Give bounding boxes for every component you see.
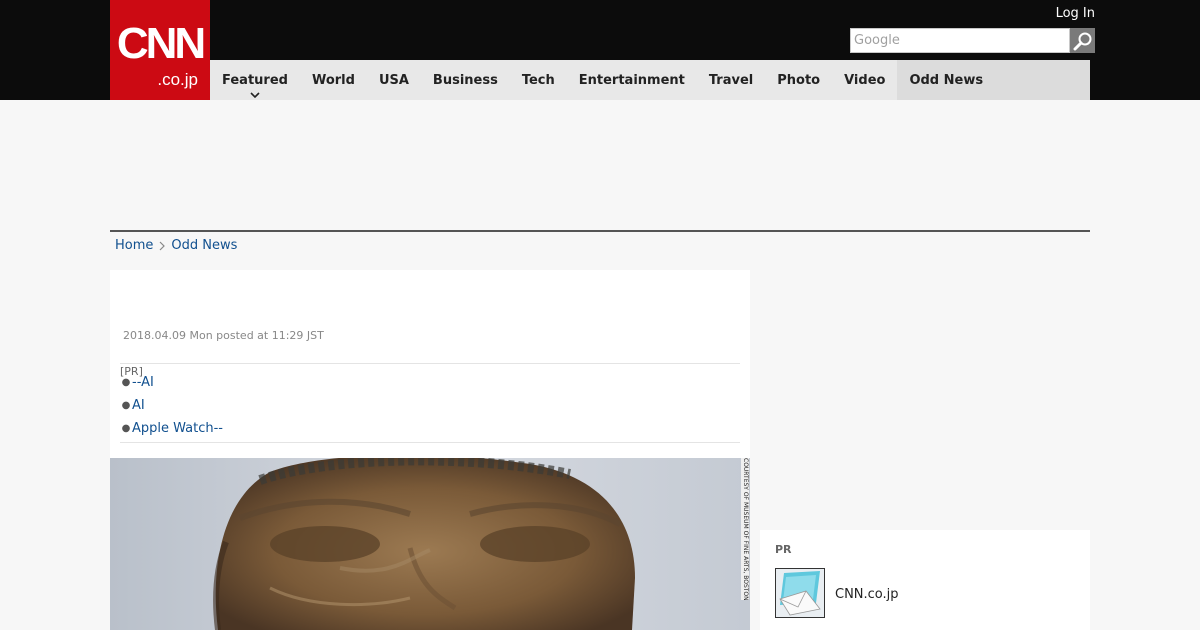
nav-item-label: World <box>311 72 355 88</box>
mail-icon <box>776 569 824 617</box>
logo-sub-text: .co.jp <box>157 70 198 89</box>
nav-item-label: Entertainment <box>578 72 685 88</box>
nav-item-label: USA <box>378 72 409 88</box>
bullet-icon: ● <box>121 377 131 388</box>
nav-item-odd-news[interactable]: Odd News <box>897 60 996 100</box>
pr-link-item: ● Apple Watch-- <box>120 421 223 436</box>
breadcrumb: Home Odd News <box>115 238 237 253</box>
nav-item-business[interactable]: Business <box>421 60 510 100</box>
logo-main-text: CNN <box>116 19 206 68</box>
nav-item-photo[interactable]: Photo <box>765 60 832 100</box>
chevron-down-icon <box>250 92 260 98</box>
posted-timestamp: 2018.04.09 Mon posted at 11:29 JST <box>123 329 324 342</box>
nav-item-label: Video <box>844 72 886 88</box>
sidebar-pr-item-name[interactable]: CNN.co.jp <box>835 587 899 602</box>
sidebar-pr-thumbnail[interactable] <box>775 568 825 618</box>
nav-item-featured[interactable]: Featured <box>210 60 300 100</box>
article-photo: COURTESY OF MUSEUM OF FINE ARTS, BOSTON <box>110 458 750 630</box>
nav-item-video[interactable]: Video <box>832 60 897 100</box>
search-button[interactable] <box>1070 28 1095 53</box>
article-card: 2018.04.09 Mon posted at 11:29 JST [PR] … <box>110 270 750 630</box>
nav-item-label: Business <box>432 72 498 88</box>
pr-link[interactable]: Apple Watch-- <box>132 421 223 436</box>
photo-credit: COURTESY OF MUSEUM OF FINE ARTS, BOSTON <box>741 458 749 600</box>
nav-item-usa[interactable]: USA <box>367 60 421 100</box>
nav-item-label: Travel <box>708 72 754 88</box>
nav-item-tech[interactable]: Tech <box>510 60 567 100</box>
bullet-icon: ● <box>121 400 131 411</box>
pr-links-box: [PR] ● --AI ● AI ● Apple Watch-- <box>120 363 740 443</box>
sidebar-pr-label: PR <box>775 543 792 556</box>
mummy-head-image <box>110 458 750 630</box>
nav-item-label: Photo <box>777 72 821 88</box>
main-nav: Featured World USA Business Tech Enterta… <box>210 60 1090 100</box>
breadcrumb-home-link[interactable]: Home <box>115 238 153 253</box>
nav-item-label: Featured <box>222 72 288 88</box>
search-input[interactable] <box>850 28 1070 53</box>
nav-item-label: Tech <box>521 72 555 88</box>
nav-item-entertainment[interactable]: Entertainment <box>567 60 697 100</box>
pr-link-item: ● --AI <box>120 375 154 390</box>
login-link[interactable]: Log In <box>1056 6 1095 22</box>
pr-link[interactable]: AI <box>132 398 145 413</box>
bullet-icon: ● <box>121 423 131 434</box>
section-divider <box>110 230 1090 232</box>
nav-item-world[interactable]: World <box>300 60 367 100</box>
search-icon <box>1073 32 1091 50</box>
cnn-logo[interactable]: CNN .co.jp <box>110 0 210 100</box>
chevron-right-icon <box>159 241 166 251</box>
top-ad-space <box>110 100 1090 230</box>
sidebar-ad-space <box>760 270 1090 520</box>
nav-item-label: Odd News <box>909 72 984 88</box>
breadcrumb-current-link[interactable]: Odd News <box>171 238 237 253</box>
pr-link-item: ● AI <box>120 398 145 413</box>
sidebar-pr-box: PR CNN.co.jp <box>760 530 1090 630</box>
nav-item-travel[interactable]: Travel <box>697 60 765 100</box>
pr-link[interactable]: --AI <box>132 375 154 390</box>
nav-filler <box>995 60 1090 100</box>
